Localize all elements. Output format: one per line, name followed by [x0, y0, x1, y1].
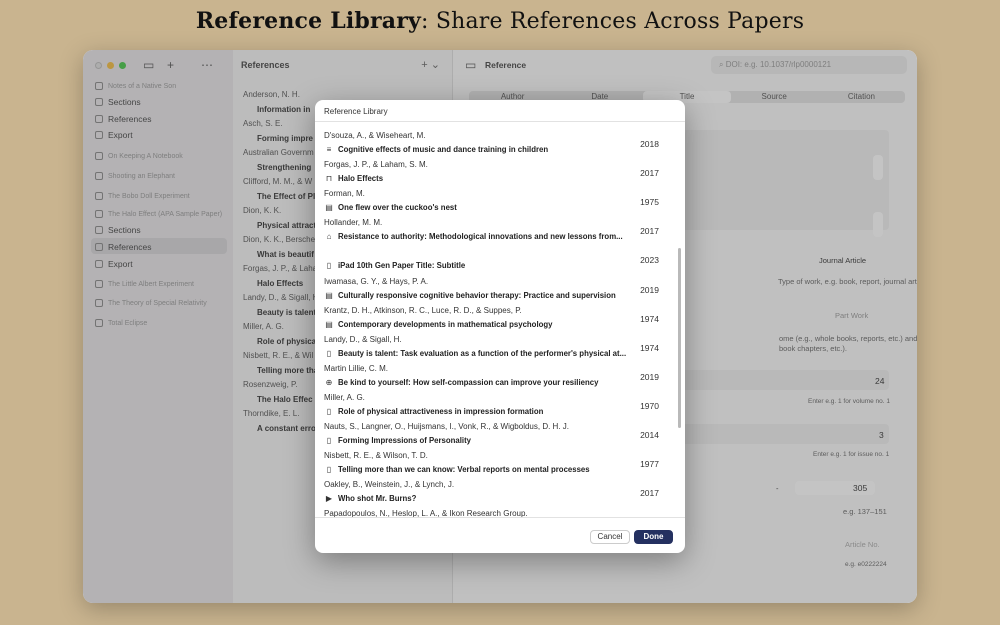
globe-icon: ⊕: [325, 377, 333, 387]
entry-year: 2019: [640, 284, 659, 295]
entry-author: Oakley, B., Weinstein, J., & Lynch, J.: [324, 480, 455, 490]
library-entry[interactable]: Landy, D., & Sigall, H. 1974 ▯ Beauty is ta…: [315, 330, 677, 359]
library-entry[interactable]: Nisbett, R. E., & Wilson, T. D. 1977 ▯ Tell…: [315, 446, 677, 475]
done-button[interactable]: Done: [634, 530, 673, 544]
library-scrollbar[interactable]: [678, 248, 681, 428]
reference-library-dialog: Reference Library D'souza, A., & Wisehea…: [315, 100, 685, 553]
library-entry[interactable]: Martin Lillie, C. M. 2019 ⊕ Be kind to your…: [315, 359, 677, 388]
library-entry[interactable]: Forman, M. 1975 ▤ One flew over the cuckoo'…: [315, 184, 677, 213]
entry-year: 1977: [640, 459, 659, 470]
film-icon: ▤: [325, 203, 333, 213]
dialog-header: Reference Library: [315, 100, 685, 122]
entry-title: Telling more than we can know: Verbal re…: [338, 465, 590, 475]
entry-author: Landy, D., & Sigall, H.: [324, 334, 402, 344]
library-entry[interactable]: Krantz, D. H., Atkinson, R. C., Luce, R.…: [315, 301, 677, 330]
entry-author: Forgas, J. P., & Laham, S. M.: [324, 160, 428, 170]
entry-title: Halo Effects: [338, 174, 384, 184]
bookmark-icon: ▯: [326, 436, 332, 445]
entry-year: 1974: [640, 342, 659, 353]
library-entry[interactable]: Iwamasa, G. Y., & Hays, P. A. 2019 ▤ Cultur…: [315, 272, 677, 301]
entry-author: Nisbett, R. E., & Wilson, T. D.: [324, 451, 428, 461]
entry-year: 1970: [640, 400, 659, 411]
bookmark-icon: ▯: [326, 261, 332, 271]
cancel-button[interactable]: Cancel: [590, 530, 630, 544]
database-icon: ≡: [326, 145, 332, 154]
entry-title: Be kind to yourself: How self-compassion…: [338, 377, 599, 387]
entry-year: 1974: [640, 313, 659, 324]
page-headline: Reference Library: Share References Acro…: [0, 8, 1000, 34]
entry-title: Forming Impressions of Personality: [338, 436, 472, 445]
bookmark-icon: ▯: [326, 348, 332, 358]
headline-rest: : Share References Across Papers: [421, 9, 805, 34]
entry-author: Krantz, D. H., Atkinson, R. C., Luce, R.…: [324, 305, 522, 315]
entry-author: Papadopoulos, N., Heslop, L. A., & Ikon …: [324, 509, 528, 517]
library-entry[interactable]: D'souza, A., & Wiseheart, M. 2018 ≡ Cogniti…: [315, 126, 677, 155]
library-entry[interactable]: Hollander, M. M. 2017 ⌂ Resistance to autho…: [315, 213, 677, 242]
entry-year: 2017: [640, 168, 659, 179]
entry-author: Forman, M.: [324, 189, 365, 199]
library-entry[interactable]: Nauts, S., Langner, O., Huijsmans, I., V…: [315, 417, 677, 446]
entry-author: D'souza, A., & Wiseheart, M.: [324, 131, 426, 140]
entry-title: iPad 10th Gen Paper Title: Subtitle: [338, 261, 466, 271]
entry-title: Culturally responsive cognitive behavior…: [338, 290, 616, 300]
book-icon: ⊓: [325, 174, 333, 184]
entry-author: Nauts, S., Langner, O., Huijsmans, I., V…: [324, 422, 569, 431]
library-entry[interactable]: Miller, A. G. 1970 ▯ Role of physical attra…: [315, 388, 677, 417]
dialog-footer: Cancel Done: [315, 517, 685, 553]
bookmark-icon: ▯: [326, 406, 332, 416]
entry-author: Iwamasa, G. Y., & Hays, P. A.: [324, 276, 429, 286]
entry-author: Hollander, M. M.: [324, 218, 383, 228]
report-icon: ▤: [325, 319, 333, 329]
entry-title: Contemporary developments in mathematica…: [338, 319, 553, 329]
entry-year: 2014: [640, 430, 659, 440]
dialog-title: Reference Library: [324, 107, 388, 116]
entry-year: 2017: [640, 488, 659, 499]
library-entry[interactable]: Oakley, B., Weinstein, J., & Lynch, J. 20…: [315, 475, 677, 504]
entry-year: 2018: [640, 139, 659, 149]
headline-bold: Reference Library: [195, 8, 422, 34]
library-list[interactable]: D'souza, A., & Wiseheart, M. 2018 ≡ Cogniti…: [315, 123, 677, 517]
entry-author: Miller, A. G.: [324, 392, 365, 402]
entry-author: Martin Lillie, C. M.: [324, 363, 389, 373]
entry-title: Cognitive effects of music and dance tra…: [338, 145, 549, 154]
entry-year: 1975: [640, 197, 659, 208]
library-entry[interactable]: Papadopoulos, N., Heslop, L. A., & Ikon …: [315, 504, 677, 517]
library-entry[interactable]: 2023 ▯ iPad 10th Gen Paper Title: Subtitle: [315, 242, 677, 271]
entry-title: Role of physical attractiveness in impre…: [338, 406, 544, 416]
entry-year: 2017: [640, 226, 659, 237]
video-icon: ▶: [325, 494, 333, 504]
entry-title: Beauty is talent: Task evaluation as a f…: [338, 348, 627, 358]
entry-year: 2019: [640, 371, 659, 382]
report-icon: ▤: [325, 290, 333, 300]
library-entry[interactable]: Forgas, J. P., & Laham, S. M. 2017 ⊓ Halo E…: [315, 155, 677, 184]
bookmark-icon: ▯: [326, 465, 332, 475]
entry-title: Resistance to authority: Methodological …: [338, 232, 623, 242]
graduation-cap-icon: ⌂: [326, 232, 332, 242]
entry-title: One flew over the cuckoo's nest: [338, 203, 457, 213]
entry-title: Who shot Mr. Burns?: [338, 494, 417, 504]
entry-year: 2023: [640, 255, 659, 266]
